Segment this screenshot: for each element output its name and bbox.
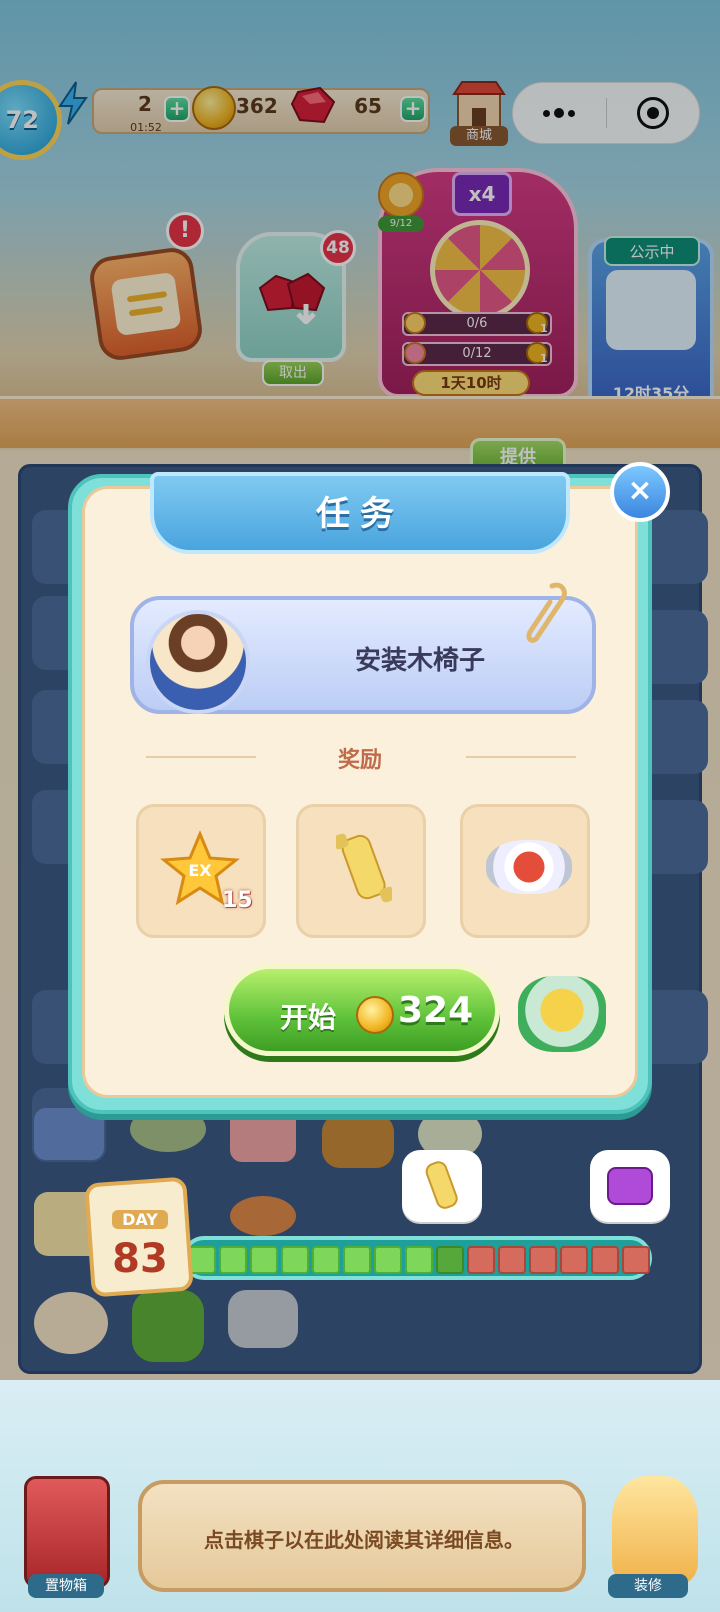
svg-text:EX: EX xyxy=(188,861,212,880)
day-number: 83 xyxy=(112,1236,168,1282)
progress-segment-done xyxy=(219,1246,247,1274)
progress-segment-done xyxy=(312,1246,340,1274)
start-cost: 324 xyxy=(398,990,474,1031)
close-button[interactable]: × xyxy=(610,462,670,522)
dish-icon xyxy=(486,840,572,894)
info-text: 点击棋子以在此处阅读其详细信息。 xyxy=(204,1528,524,1552)
progress-segment-done xyxy=(405,1246,433,1274)
reward-divider xyxy=(466,756,576,758)
paperclip-icon xyxy=(526,582,567,643)
progress-segment-done xyxy=(250,1246,278,1274)
progress-segment-todo xyxy=(498,1246,526,1274)
progress-segment-done xyxy=(343,1246,371,1274)
reward-divider xyxy=(146,756,256,758)
start-button-label: 开始 xyxy=(280,1001,337,1034)
progress-segment-done xyxy=(281,1246,309,1274)
character-avatar xyxy=(146,610,250,714)
reward-heading: 奖励 xyxy=(337,748,382,773)
hint-bubble-chest[interactable] xyxy=(590,1150,670,1222)
cooking-pot-icon xyxy=(518,976,606,1052)
progress-segment-todo xyxy=(529,1246,557,1274)
hint-bubble-scroll[interactable] xyxy=(402,1150,482,1222)
progress-segment-todo xyxy=(591,1246,619,1274)
decorate-icon[interactable] xyxy=(612,1476,698,1584)
progress-segment-todo xyxy=(467,1246,495,1274)
modal-title: 任务 xyxy=(316,494,404,534)
decorate-label[interactable]: 装修 xyxy=(608,1574,688,1598)
progress-segment-done xyxy=(374,1246,402,1274)
day-label: DAY xyxy=(112,1210,168,1229)
progress-segment-todo xyxy=(622,1246,650,1274)
storage-box-label[interactable]: 置物箱 xyxy=(28,1574,104,1598)
coin-icon xyxy=(356,996,394,1034)
scroll-icon xyxy=(336,833,392,903)
storage-box-icon[interactable] xyxy=(24,1476,110,1588)
reward-xp-quantity: 15 xyxy=(222,888,253,913)
progress-segment-todo xyxy=(560,1246,588,1274)
progress-segment-current xyxy=(436,1246,464,1274)
